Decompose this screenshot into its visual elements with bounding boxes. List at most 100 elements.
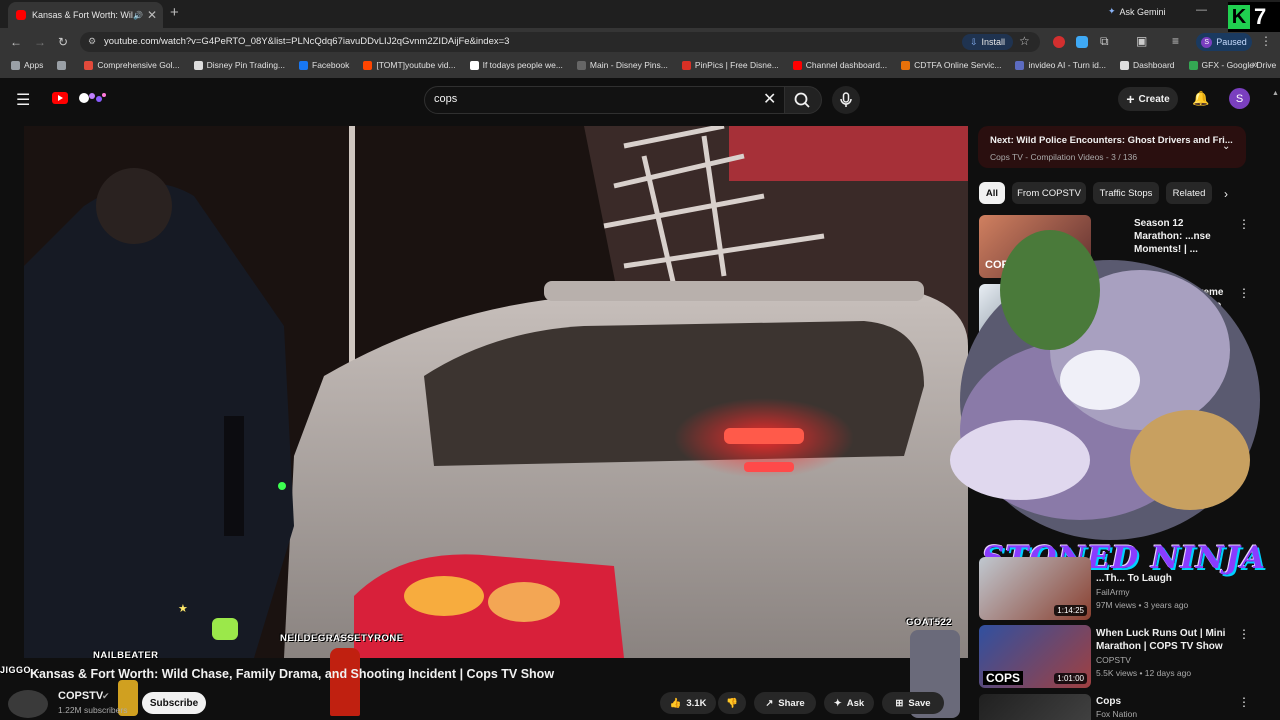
bookmark-item[interactable]: Main - Disney Pins... [570, 60, 675, 70]
chrome-menu-icon[interactable]: ⋮ [1260, 34, 1272, 48]
search-button[interactable] [784, 86, 822, 114]
recommendation-thumbnail[interactable] [979, 694, 1091, 720]
bookmark-favicon-icon [363, 60, 373, 70]
youtube-doodle-icon[interactable] [72, 90, 108, 106]
search-icon [794, 92, 810, 108]
bookmark-label: Apps [24, 60, 44, 70]
video-frame [24, 126, 968, 658]
bookmark-item[interactable]: Comprehensive Gol... [77, 60, 186, 70]
share-label: Share [778, 697, 805, 709]
recommendation-thumbnail[interactable]: 1:14:25 [979, 557, 1091, 620]
subscribe-button[interactable]: Subscribe [142, 692, 206, 714]
profile-paused-button[interactable]: S Paused [1196, 33, 1252, 51]
bookmark-favicon-icon [57, 60, 67, 70]
youtube-logo-icon[interactable] [52, 92, 68, 104]
red-robot-sprite-icon [330, 648, 360, 716]
extensions-puzzle-icon[interactable]: ⧉ [1100, 34, 1109, 49]
hamburger-menu-icon[interactable]: ☰ [16, 90, 30, 110]
minimize-icon[interactable]: — [1196, 4, 1207, 16]
microphone-icon [840, 92, 852, 107]
voice-search-button[interactable] [832, 86, 860, 114]
save-button[interactable]: ⊞ Save [882, 692, 944, 714]
bookmark-item[interactable]: PinPics | Free Disne... [675, 60, 786, 70]
bookmark-item[interactable]: If todays people we... [463, 60, 570, 70]
forward-icon[interactable]: → [34, 35, 46, 49]
extension-red-icon[interactable] [1053, 36, 1065, 48]
bookmark-label: PinPics | Free Disne... [694, 60, 779, 70]
playlist-subtitle: Cops TV - Compilation Videos - 3 / 136 [990, 152, 1138, 162]
tab-title: Kansas & Fort Worth: Wild [32, 10, 133, 20]
page-scrollbar[interactable]: ▲ [1272, 90, 1279, 710]
browser-tab[interactable]: Kansas & Fort Worth: Wild 🔊 ✕ [8, 2, 163, 28]
extension-blue-icon[interactable] [1076, 36, 1088, 48]
tab-close-icon[interactable]: ✕ [145, 8, 159, 22]
bookmark-favicon-icon [1188, 60, 1198, 70]
ask-button[interactable]: ✦ Ask [824, 692, 874, 714]
share-button[interactable]: ↗ Share [754, 692, 816, 714]
recommendation-channel[interactable]: COPSTV [1096, 655, 1131, 665]
recommendation-title[interactable]: When Luck Runs Out | Mini Marathon | COP… [1096, 627, 1236, 653]
chat-user-nailbeater: NAILBEATER [93, 650, 159, 661]
ask-gemini-button[interactable]: ✦ Ask Gemini [1108, 6, 1166, 17]
bookmark-label: Channel dashboard... [805, 60, 888, 70]
video-duration: 1:14:25 [1054, 605, 1087, 616]
bookmark-item[interactable] [50, 60, 77, 70]
chevron-right-icon[interactable]: › [1224, 187, 1228, 201]
bookmark-item[interactable]: Facebook [292, 60, 356, 70]
bookmark-favicon-icon [792, 60, 802, 70]
side-panel-icon[interactable]: ▣ [1136, 34, 1147, 48]
bookmarks-overflow-icon[interactable]: » [1252, 59, 1258, 71]
bookmark-item[interactable]: Apps [4, 60, 50, 70]
k-logo-icon: K [1228, 5, 1250, 29]
create-button[interactable]: + Create [1118, 87, 1178, 111]
video-player[interactable] [24, 126, 968, 658]
bookmark-label: Facebook [312, 60, 350, 70]
chat-user-goat: GOAT522 [906, 617, 953, 628]
recommendation-channel[interactable]: FailArmy [1096, 587, 1130, 597]
bookmark-favicon-icon [901, 60, 911, 70]
channel-avatar[interactable] [8, 690, 48, 718]
bookmark-favicon-icon [299, 60, 309, 70]
bookmark-favicon-icon [193, 60, 203, 70]
scroll-up-icon[interactable]: ▲ [1272, 90, 1279, 104]
bookmark-star-icon[interactable]: ☆ [1019, 34, 1030, 48]
speaker-icon[interactable]: 🔊 [133, 11, 145, 20]
channel-name[interactable]: COPSTV [58, 690, 103, 702]
bookmark-item[interactable]: Dashboard [1113, 60, 1182, 70]
url-text[interactable]: youtube.com/watch?v=G4PeRTO_08Y&list=PLN… [104, 36, 509, 47]
install-app-button[interactable]: ⇩ Install [962, 34, 1014, 50]
account-avatar[interactable]: S [1229, 88, 1250, 109]
bookmark-item[interactable]: GFX - Google Drive [1182, 60, 1280, 70]
search-query[interactable]: cops [434, 93, 457, 105]
video-title: Kansas & Fort Worth: Wild Chase, Family … [30, 667, 555, 681]
recommendation-thumbnail[interactable]: COPS 1:01:00 [979, 625, 1091, 688]
bookmark-item[interactable]: invideo AI - Turn id... [1008, 60, 1112, 70]
bookmark-item[interactable]: Channel dashboard... [786, 60, 894, 70]
back-icon[interactable]: ← [10, 35, 22, 49]
reload-icon[interactable]: ↻ [58, 35, 68, 49]
search-input[interactable] [424, 86, 786, 114]
bookmark-label: invideo AI - Turn id... [1028, 60, 1106, 70]
star-sparkle-icon: ★ [178, 603, 188, 615]
bookmark-label: Dashboard [1132, 60, 1175, 70]
recommendation-title[interactable]: Cops [1096, 695, 1121, 708]
notifications-bell-icon[interactable]: 🔔 [1192, 90, 1209, 107]
recommendation-title[interactable]: ...Th... To Laugh [1096, 572, 1236, 585]
bookmark-item[interactable]: Disney Pin Trading... [187, 60, 292, 70]
bookmark-item[interactable]: [TOMT]youtube vid... [356, 60, 462, 70]
playlist-next-title[interactable]: Next: Wild Police Encounters: Ghost Driv… [990, 135, 1233, 146]
more-options-icon[interactable]: ⋮ [1238, 627, 1250, 641]
site-info-icon[interactable]: ⚙ [88, 36, 96, 47]
bookmarks-list: Apps Comprehensive Gol... Disney Pin Tradi… [4, 60, 1280, 70]
media-controls-icon[interactable]: ≡ [1172, 34, 1179, 48]
new-tab-button[interactable]: + [170, 4, 179, 21]
clear-search-icon[interactable]: ✕ [763, 89, 776, 109]
bookmark-label: Comprehensive Gol... [97, 60, 180, 70]
like-button[interactable]: 👍 3.1K [660, 692, 716, 714]
dislike-button[interactable]: 👎 [718, 692, 746, 714]
chevron-down-icon[interactable]: ⌄ [1222, 141, 1230, 152]
paused-label: Paused [1216, 37, 1247, 47]
more-options-icon[interactable]: ⋮ [1238, 695, 1250, 709]
recommendation-channel[interactable]: Fox Nation [1096, 709, 1137, 719]
bookmark-item[interactable]: CDTFA Online Servic... [894, 60, 1008, 70]
